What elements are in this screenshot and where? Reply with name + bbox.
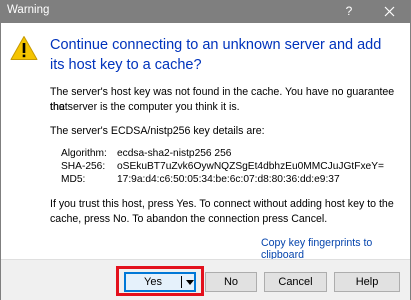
warning-icon — [10, 36, 38, 60]
copy-fingerprints-link[interactable]: Copy key fingerprints to clipboard — [261, 237, 411, 261]
detail-key: SHA-256: — [61, 161, 106, 172]
help-button[interactable]: Help — [334, 272, 400, 292]
instruction-line-1: If you trust this host, press Yes. To co… — [50, 198, 394, 210]
key-details-label: The server's ECDSA/nistp256 key details … — [50, 125, 265, 137]
split-separator — [181, 276, 182, 288]
yes-button[interactable]: Yes — [124, 272, 196, 292]
detail-key: Algorithm: — [61, 148, 107, 159]
close-button[interactable] — [375, 0, 405, 23]
detail-value: ecdsa-sha2-nistp256 256 — [117, 148, 232, 159]
key-detail-sha256: SHA-256: oSEkuBT7uZvk6OywNQZSgEt4dbhzEu0M… — [61, 160, 384, 173]
instruction-line-2: cache, press No. To abandon the connecti… — [50, 213, 328, 225]
no-button[interactable]: No — [205, 272, 257, 292]
detail-key: MD5: — [61, 174, 86, 185]
yes-button-highlight: Yes — [116, 266, 204, 296]
cancel-button[interactable]: Cancel — [264, 272, 327, 292]
key-detail-algorithm: Algorithm: ecdsa-sha2-nistp256 256 — [61, 147, 231, 160]
button-bar: Yes No Cancel Help — [1, 259, 410, 300]
title-bar: Warning ? — [0, 0, 411, 23]
close-icon — [384, 6, 395, 17]
body-line-2: the server is the computer you think it … — [50, 101, 240, 113]
detail-value: oSEkuBT7uZvk6OywNQZSgEt4dbhzEu0MMCJuJGtF… — [117, 161, 384, 172]
key-detail-md5: MD5: 17:9a:d4:c6:50:05:34:be:6c:07:d8:80:… — [61, 173, 340, 186]
help-title-button[interactable]: ? — [338, 0, 360, 23]
window-title: Warning — [7, 4, 50, 16]
detail-value: 17:9a:d4:c6:50:05:34:be:6c:07:d8:80:36:d… — [117, 174, 340, 185]
yes-button-label: Yes — [144, 276, 162, 288]
dropdown-arrow-icon[interactable] — [185, 274, 195, 290]
dialog-heading: Continue connecting to an unknown server… — [50, 37, 382, 73]
